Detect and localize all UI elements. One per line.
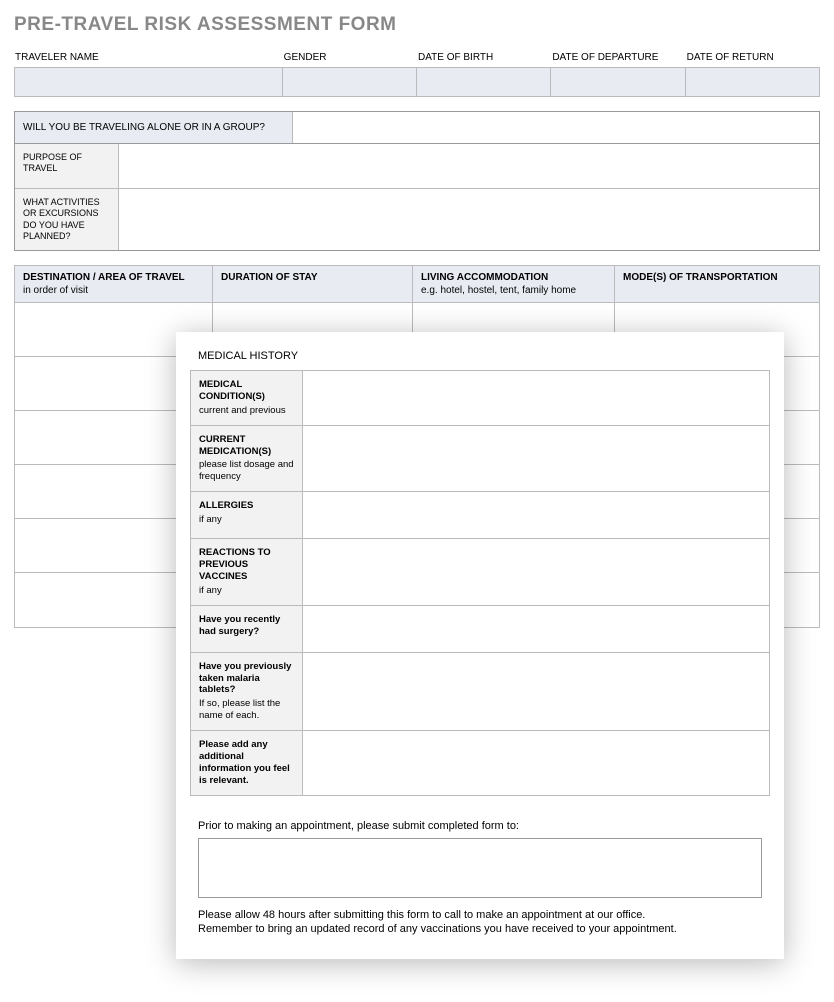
alone-or-group-row: WILL YOU BE TRAVELING ALONE OR IN A GROU… bbox=[15, 112, 819, 144]
dob-label: DATE OF BIRTH bbox=[417, 50, 551, 67]
med-row-surgery: Have you recently had surgery? bbox=[191, 606, 769, 653]
med-row-reactions: REACTIONS TO PREVIOUS VACCINES if any bbox=[191, 539, 769, 606]
submit-section: Prior to making an appointment, please s… bbox=[190, 820, 770, 898]
med-label-b: ALLERGIES bbox=[199, 500, 294, 512]
med-row-conditions: MEDICAL CONDITION(S) current and previou… bbox=[191, 371, 769, 426]
departure-label: DATE OF DEPARTURE bbox=[551, 50, 685, 67]
med-row-allergies: ALLERGIES if any bbox=[191, 492, 769, 539]
dob-field: DATE OF BIRTH bbox=[417, 50, 551, 97]
med-row-malaria: Have you previously taken malaria tablet… bbox=[191, 653, 769, 731]
med-input-conditions[interactable] bbox=[303, 371, 769, 425]
gender-field: GENDER bbox=[283, 50, 417, 97]
med-row-medications: CURRENT MEDICATION(S) please list dosage… bbox=[191, 426, 769, 493]
footer-note-2: Remember to bring an updated record of a… bbox=[198, 922, 762, 937]
purpose-input[interactable] bbox=[119, 144, 819, 188]
med-label-b: Have you previously taken malaria tablet… bbox=[199, 661, 294, 697]
med-label-additional: Please add any additional information yo… bbox=[191, 731, 303, 795]
med-label-b: REACTIONS TO PREVIOUS VACCINES bbox=[199, 547, 294, 583]
return-field: DATE OF RETURN bbox=[686, 50, 820, 97]
traveler-name-field: TRAVELER NAME bbox=[14, 50, 283, 97]
departure-field: DATE OF DEPARTURE bbox=[551, 50, 685, 97]
med-label-s: please list dosage and frequency bbox=[199, 459, 294, 483]
medical-table: MEDICAL CONDITION(S) current and previou… bbox=[190, 370, 770, 796]
activities-input[interactable] bbox=[119, 189, 819, 250]
med-input-allergies[interactable] bbox=[303, 492, 769, 538]
alone-or-group-label: WILL YOU BE TRAVELING ALONE OR IN A GROU… bbox=[15, 112, 293, 143]
dest-header-destination: DESTINATION / AREA OF TRAVEL in order of… bbox=[15, 266, 213, 302]
return-input[interactable] bbox=[686, 67, 820, 97]
med-row-additional: Please add any additional information yo… bbox=[191, 731, 769, 795]
travel-details-table: PURPOSE OF TRAVEL WHAT ACTIVITIES OR EXC… bbox=[15, 144, 819, 250]
med-input-surgery[interactable] bbox=[303, 606, 769, 652]
departure-input[interactable] bbox=[551, 67, 685, 97]
med-label-malaria: Have you previously taken malaria tablet… bbox=[191, 653, 303, 730]
purpose-label: PURPOSE OF TRAVEL bbox=[15, 144, 119, 188]
traveler-info-row: TRAVELER NAME GENDER DATE OF BIRTH DATE … bbox=[14, 50, 820, 97]
travel-details-section: WILL YOU BE TRAVELING ALONE OR IN A GROU… bbox=[14, 111, 820, 251]
med-input-reactions[interactable] bbox=[303, 539, 769, 605]
med-label-medications: CURRENT MEDICATION(S) please list dosage… bbox=[191, 426, 303, 492]
medical-history-title: MEDICAL HISTORY bbox=[190, 350, 770, 370]
gender-label: GENDER bbox=[283, 50, 417, 67]
med-label-s: If so, please list the name of each. bbox=[199, 698, 294, 722]
med-label-b: Please add any additional information yo… bbox=[199, 739, 294, 787]
medical-history-overlay: MEDICAL HISTORY MEDICAL CONDITION(S) cur… bbox=[176, 332, 784, 959]
dob-input[interactable] bbox=[417, 67, 551, 97]
dest-header-duration: DURATION OF STAY bbox=[213, 266, 413, 302]
activities-label: WHAT ACTIVITIES OR EXCURSIONS DO YOU HAV… bbox=[15, 189, 119, 250]
dest-header-accommodation-sub: e.g. hotel, hostel, tent, family home bbox=[421, 285, 606, 296]
dest-header-transport: MODE(S) OF TRANSPORTATION bbox=[615, 266, 819, 302]
dest-header-accommodation: LIVING ACCOMMODATION e.g. hotel, hostel,… bbox=[413, 266, 615, 302]
return-label: DATE OF RETURN bbox=[686, 50, 820, 67]
dest-header-destination-label: DESTINATION / AREA OF TRAVEL bbox=[23, 272, 185, 283]
med-label-b: Have you recently had surgery? bbox=[199, 614, 294, 638]
dest-header-accommodation-label: LIVING ACCOMMODATION bbox=[421, 272, 548, 283]
footer-note-1: Please allow 48 hours after submitting t… bbox=[198, 908, 762, 923]
med-label-conditions: MEDICAL CONDITION(S) current and previou… bbox=[191, 371, 303, 425]
med-input-additional[interactable] bbox=[303, 731, 769, 795]
dest-header-duration-label: DURATION OF STAY bbox=[221, 272, 317, 283]
dest-header-transport-label: MODE(S) OF TRANSPORTATION bbox=[623, 272, 778, 283]
purpose-row: PURPOSE OF TRAVEL bbox=[15, 144, 819, 188]
footer-notes: Please allow 48 hours after submitting t… bbox=[190, 908, 770, 938]
med-label-b: MEDICAL CONDITION(S) bbox=[199, 379, 294, 403]
destination-header-row: DESTINATION / AREA OF TRAVEL in order of… bbox=[15, 266, 819, 303]
med-label-s: current and previous bbox=[199, 405, 294, 417]
submit-label: Prior to making an appointment, please s… bbox=[198, 820, 762, 832]
med-label-allergies: ALLERGIES if any bbox=[191, 492, 303, 538]
gender-input[interactable] bbox=[283, 67, 417, 97]
med-label-reactions: REACTIONS TO PREVIOUS VACCINES if any bbox=[191, 539, 303, 605]
overlay-inner: MEDICAL HISTORY MEDICAL CONDITION(S) cur… bbox=[176, 350, 784, 937]
activities-row: WHAT ACTIVITIES OR EXCURSIONS DO YOU HAV… bbox=[15, 188, 819, 250]
med-input-malaria[interactable] bbox=[303, 653, 769, 730]
dest-header-destination-sub: in order of visit bbox=[23, 285, 204, 296]
med-label-s: if any bbox=[199, 514, 294, 526]
alone-or-group-input[interactable] bbox=[293, 112, 819, 143]
med-label-s: if any bbox=[199, 585, 294, 597]
med-label-surgery: Have you recently had surgery? bbox=[191, 606, 303, 652]
page-title: PRE-TRAVEL RISK ASSESSMENT FORM bbox=[14, 14, 820, 36]
med-input-medications[interactable] bbox=[303, 426, 769, 492]
traveler-name-input[interactable] bbox=[14, 67, 283, 97]
submit-input[interactable] bbox=[198, 838, 762, 898]
traveler-name-label: TRAVELER NAME bbox=[14, 50, 283, 67]
med-label-b: CURRENT MEDICATION(S) bbox=[199, 434, 294, 458]
